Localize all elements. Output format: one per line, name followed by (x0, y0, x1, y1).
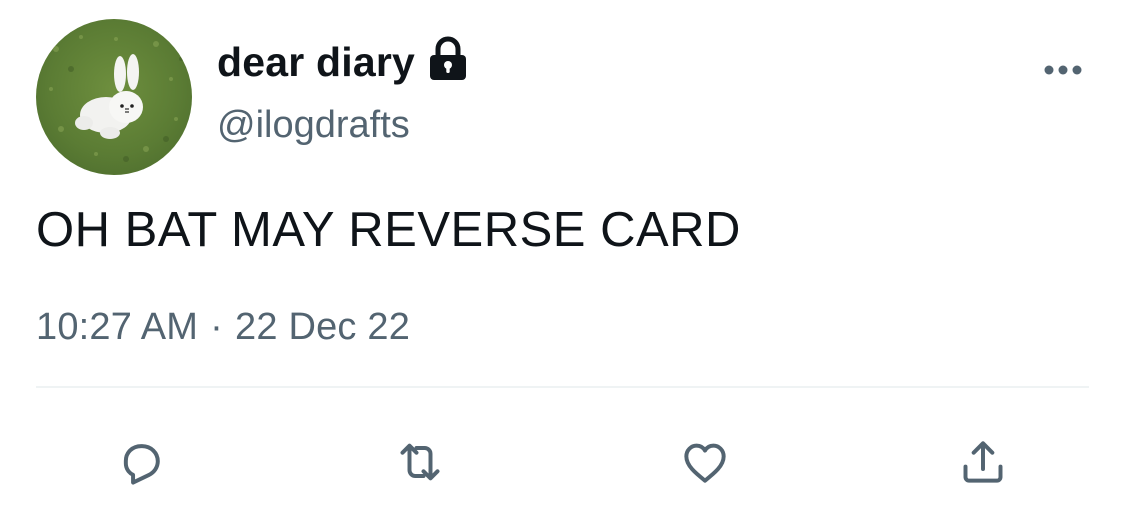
reply-button[interactable] (111, 432, 171, 492)
display-name: dear diary (217, 38, 415, 85)
meta-separator: · (210, 306, 224, 348)
share-button[interactable] (953, 432, 1013, 492)
reply-icon (123, 444, 160, 485)
divider (36, 386, 1089, 388)
lock-icon (427, 36, 469, 82)
share-icon (963, 441, 1003, 483)
tweet-card: dear diary @ilogdrafts OH BAT MAY REVERS… (0, 0, 1125, 521)
avatar[interactable] (36, 19, 192, 175)
avatar-image (36, 19, 192, 175)
user-handle[interactable]: @ilogdrafts (217, 104, 410, 147)
tweet-metadata: 10:27 AM · 22 Dec 22 (36, 306, 410, 349)
like-button[interactable] (675, 432, 735, 492)
display-name-row[interactable]: dear diary (217, 36, 469, 88)
more-options-button[interactable] (1035, 52, 1091, 88)
tweet-time[interactable]: 10:27 AM (36, 306, 198, 348)
more-horizontal-icon (1044, 65, 1082, 75)
retweet-button[interactable] (390, 432, 450, 492)
tweet-text: OH BAT MAY REVERSE CARD (36, 203, 741, 257)
heart-icon (684, 443, 726, 483)
tweet-date[interactable]: 22 Dec 22 (235, 306, 410, 348)
retweet-icon (400, 443, 440, 481)
